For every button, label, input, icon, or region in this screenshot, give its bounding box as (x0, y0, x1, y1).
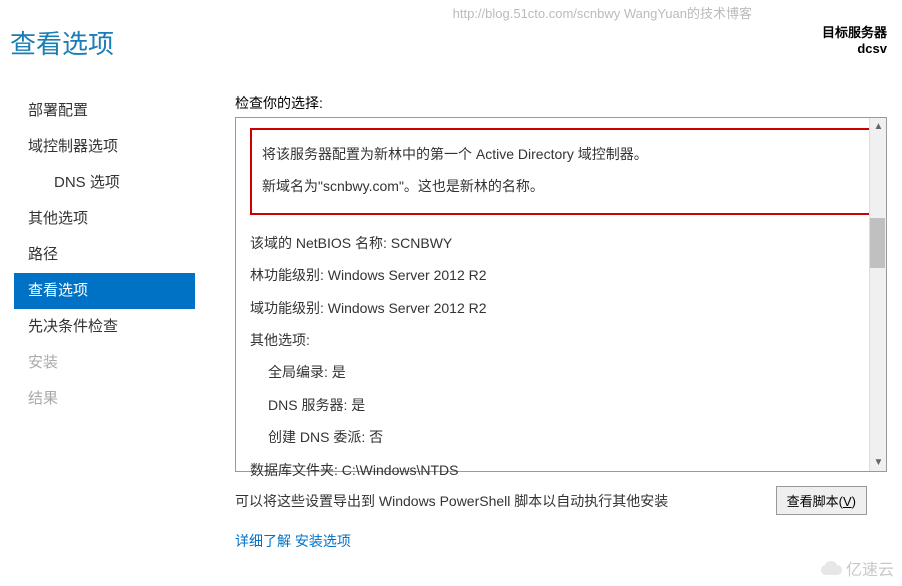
sidebar-item-paths[interactable]: 路径 (14, 237, 195, 273)
sidebar-item-install: 安装 (14, 345, 195, 381)
watermark-url: http://blog.51cto.com/scnbwy WangYuan的技术… (453, 3, 752, 22)
review-box: 将该服务器配置为新林中的第一个 Active Directory 域控制器。 新… (235, 117, 887, 472)
sidebar-item-dns-options[interactable]: DNS 选项 (14, 165, 195, 201)
sidebar-item-other-options[interactable]: 其他选项 (14, 201, 195, 237)
target-server-name: dcsv (822, 41, 887, 56)
line-dns-server: DNS 服务器: 是 (250, 389, 872, 421)
footer-watermark-text: 亿速云 (846, 556, 894, 580)
target-server-block: 目标服务器 dcsv (822, 22, 887, 56)
export-text: 可以将这些设置导出到 Windows PowerShell 脚本以自动执行其他安… (235, 491, 668, 511)
footer-watermark: 亿速云 (821, 556, 894, 580)
scroll-up-icon[interactable]: ▲ (870, 118, 887, 135)
line-other-options: 其他选项: (250, 324, 872, 356)
cloud-icon (821, 560, 843, 576)
scrollbar-thumb[interactable] (870, 218, 885, 268)
line-domain-level: 域功能级别: Windows Server 2012 R2 (250, 292, 872, 324)
sidebar-item-review-options[interactable]: 查看选项 (14, 273, 195, 309)
view-script-button[interactable]: 查看脚本(V) (776, 486, 867, 515)
learn-more-link[interactable]: 安装选项 (295, 533, 351, 549)
line-dns-delegation: 创建 DNS 委派: 否 (250, 421, 872, 453)
sidebar-item-dc-options[interactable]: 域控制器选项 (14, 129, 195, 165)
sidebar-item-results: 结果 (14, 381, 195, 417)
view-script-key: V (843, 494, 852, 509)
line-global-catalog: 全局编录: 是 (250, 356, 872, 388)
sidebar-item-prereq-check[interactable]: 先决条件检查 (14, 309, 195, 345)
highlight-line-1: 将该服务器配置为新林中的第一个 Active Directory 域控制器。 (262, 138, 860, 170)
view-script-label: 查看脚本 (787, 494, 839, 509)
export-row: 可以将这些设置导出到 Windows PowerShell 脚本以自动执行其他安… (235, 486, 887, 515)
target-server-label: 目标服务器 (822, 22, 887, 41)
content-area: 检查你的选择: 将该服务器配置为新林中的第一个 Active Directory… (195, 93, 902, 551)
learn-more-row: 详细了解 安装选项 (235, 531, 887, 551)
sidebar-item-deploy-config[interactable]: 部署配置 (14, 93, 195, 129)
highlight-line-2: 新域名为"scnbwy.com"。这也是新林的名称。 (262, 170, 860, 202)
scrollbar[interactable]: ▲ ▼ (869, 118, 886, 471)
learn-more-label: 详细了解 (235, 533, 291, 549)
line-db-folder: 数据库文件夹: C:\Windows\NTDS (250, 454, 872, 486)
line-netbios: 该域的 NetBIOS 名称: SCNBWY (250, 227, 872, 259)
scroll-down-icon[interactable]: ▼ (870, 454, 887, 471)
sidebar: 部署配置 域控制器选项 DNS 选项 其他选项 路径 查看选项 先决条件检查 安… (0, 93, 195, 551)
review-label: 检查你的选择: (235, 93, 887, 113)
page-title: 查看选项 (0, 0, 902, 93)
highlight-box: 将该服务器配置为新林中的第一个 Active Directory 域控制器。 新… (250, 128, 872, 215)
line-forest-level: 林功能级别: Windows Server 2012 R2 (250, 259, 872, 291)
